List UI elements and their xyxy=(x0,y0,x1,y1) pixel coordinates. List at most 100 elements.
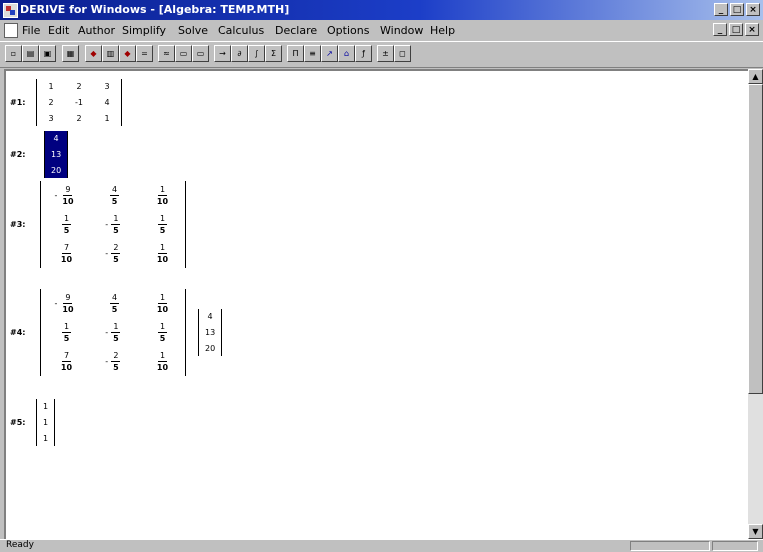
status-bar: Ready xyxy=(0,539,763,552)
matrix-cell: 2 xyxy=(76,114,82,123)
solve-icon[interactable]: ▭ xyxy=(175,45,192,62)
matrix-cell: 4 xyxy=(104,98,110,107)
fraction-cell: 1 10 xyxy=(143,293,179,314)
integral-icon[interactable]: ∫ xyxy=(248,45,265,62)
fraction-cell: -25 xyxy=(95,243,131,264)
expression-label: #2: xyxy=(10,150,26,159)
numerator: 1 xyxy=(157,243,168,254)
matrix: 1 2 3 2 -1 4 3 2 1 xyxy=(36,79,122,126)
denominator: 10 xyxy=(60,255,73,264)
numerator: 1 xyxy=(61,214,72,225)
product-icon[interactable]: Π xyxy=(287,45,304,62)
open-icon[interactable]: ▤ xyxy=(22,45,39,62)
expression-1[interactable]: #1: 1 2 3 2 -1 4 3 2 1 xyxy=(10,79,122,126)
status-panel xyxy=(630,541,710,551)
print-icon[interactable]: ▦ xyxy=(62,45,79,62)
expression-label: #1: xyxy=(10,98,26,107)
expression-5[interactable]: #5: 1 1 1 xyxy=(10,399,56,446)
doc-restore-button[interactable]: □ xyxy=(729,23,743,36)
denominator: 10 xyxy=(156,197,169,206)
denominator: 5 xyxy=(113,334,119,343)
numerator: 1 xyxy=(157,322,168,333)
close-button[interactable]: × xyxy=(746,3,760,16)
sign: - xyxy=(105,328,109,337)
taylor-icon[interactable]: ≡ xyxy=(304,45,321,62)
menu-declare[interactable]: Declare xyxy=(275,24,317,37)
graph-icon[interactable]: ◻ xyxy=(394,45,411,62)
fraction-cell: -9 10 xyxy=(47,185,83,206)
vertical-scrollbar[interactable]: ▲ ▼ xyxy=(748,69,763,539)
matrix-icon[interactable]: ▥ xyxy=(102,45,119,62)
vector-cell: 1 xyxy=(43,418,49,427)
derivative-icon[interactable]: ∂ xyxy=(231,45,248,62)
fraction-cell: 45 xyxy=(95,293,131,314)
denominator: 5 xyxy=(113,255,119,264)
derive-app-icon[interactable] xyxy=(3,3,18,18)
menu-author[interactable]: Author xyxy=(78,24,115,37)
matrix-cell: 1 xyxy=(48,82,54,91)
expression-label: #5: xyxy=(10,418,26,427)
sum-icon[interactable]: Σ xyxy=(265,45,282,62)
sign: - xyxy=(105,249,109,258)
matrix-cell: -1 xyxy=(75,98,83,107)
save-icon[interactable]: ▣ xyxy=(39,45,56,62)
scroll-up-icon[interactable]: ▲ xyxy=(748,69,763,84)
approximate-icon[interactable]: ≈ xyxy=(158,45,175,62)
author-icon[interactable]: ◆ xyxy=(85,45,102,62)
menu-window[interactable]: Window xyxy=(380,24,423,37)
fraction-cell: 7 10 xyxy=(47,243,83,264)
menu-edit[interactable]: Edit xyxy=(48,24,69,37)
numerator: 9 xyxy=(63,293,73,304)
limit-icon[interactable]: → xyxy=(214,45,231,62)
expression-4[interactable]: #4: -9 10 45 1 10 15 -15 15 7 10 -25 1 10 4 … xyxy=(10,289,223,376)
numerator: 4 xyxy=(109,185,120,196)
numerator: 7 xyxy=(61,351,72,362)
menu-file[interactable]: File xyxy=(22,24,40,37)
menu-simplify[interactable]: Simplify xyxy=(122,24,166,37)
expand-icon[interactable]: ± xyxy=(377,45,394,62)
expression-3[interactable]: #3: -9 10 45 1 10 15 -15 15 7 10 -25 1 10 xyxy=(10,181,186,268)
vector-icon[interactable]: ◆ xyxy=(119,45,136,62)
fraction-cell: 15 xyxy=(47,322,83,343)
scroll-down-icon[interactable]: ▼ xyxy=(748,524,763,539)
factor-icon[interactable]: ƒ xyxy=(355,45,372,62)
simplify-icon[interactable]: = xyxy=(136,45,153,62)
doc-minimize-button[interactable]: _ xyxy=(713,23,727,36)
document-icon[interactable] xyxy=(4,23,18,38)
vector-cell: 4 xyxy=(53,134,59,143)
inverse-matrix: -9 10 45 1 10 15 -15 15 7 10 -25 1 10 xyxy=(40,181,186,268)
expression-2[interactable]: #2: 4 13 20 xyxy=(10,131,69,178)
denominator: 5 xyxy=(63,226,70,235)
fraction-cell: 15 xyxy=(143,322,179,343)
new-file-icon[interactable]: ▫ xyxy=(5,45,22,62)
numerator: 1 xyxy=(157,293,168,304)
menu-solve[interactable]: Solve xyxy=(178,24,208,37)
denominator: 10 xyxy=(60,363,73,372)
product-matrix: -9 10 45 1 10 15 -15 15 7 10 -25 1 10 xyxy=(40,289,186,376)
denominator: 5 xyxy=(159,226,166,235)
toolbar: ▫ ▤ ▣ ▦ ◆ ▥ ◆ = ≈ ▭ ▭ → ∂ ∫ Σ Π ≡ ↗ ⌂ ƒ … xyxy=(0,41,763,68)
doc-close-button[interactable]: × xyxy=(745,23,759,36)
numerator: 4 xyxy=(109,293,120,304)
menu-help[interactable]: Help xyxy=(430,24,455,37)
matrix-cell: 2 xyxy=(48,98,54,107)
scrollbar-thumb[interactable] xyxy=(748,84,763,394)
selected-vector[interactable]: 4 13 20 xyxy=(44,131,69,178)
numerator: 1 xyxy=(157,185,168,196)
fraction-cell: 15 xyxy=(47,214,83,235)
denominator: 5 xyxy=(111,197,118,206)
algebra-window[interactable]: #1: 1 2 3 2 -1 4 3 2 1 #2: 4 13 20 #3: -… xyxy=(4,69,748,539)
fraction-cell: 45 xyxy=(95,185,131,206)
numerator: 1 xyxy=(61,322,72,333)
2d-plot-icon[interactable]: ↗ xyxy=(321,45,338,62)
substitute-icon[interactable]: ▭ xyxy=(192,45,209,62)
denominator: 5 xyxy=(113,226,119,235)
3d-plot-icon[interactable]: ⌂ xyxy=(338,45,355,62)
maximize-button[interactable]: □ xyxy=(730,3,744,16)
denominator: 10 xyxy=(156,255,169,264)
menu-options[interactable]: Options xyxy=(327,24,369,37)
numerator: 1 xyxy=(111,214,121,225)
fraction-cell: -25 xyxy=(95,351,131,372)
menu-calculus[interactable]: Calculus xyxy=(218,24,264,37)
minimize-button[interactable]: _ xyxy=(714,3,728,16)
